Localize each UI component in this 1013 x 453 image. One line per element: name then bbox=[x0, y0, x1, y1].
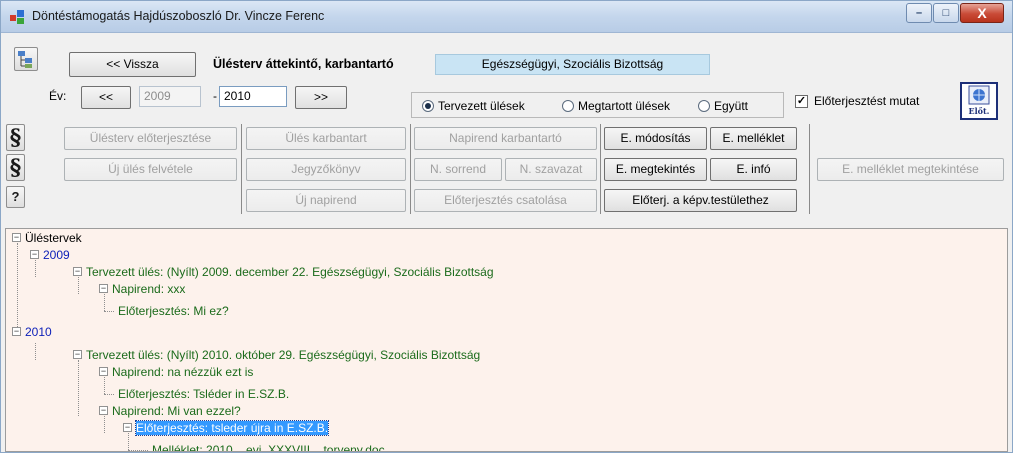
tree-root[interactable]: Üléstervek bbox=[25, 231, 82, 245]
agenda-vote-button[interactable]: N. szavazat bbox=[505, 158, 597, 181]
hierarchy-icon bbox=[18, 51, 32, 68]
minimize-button[interactable]: – bbox=[906, 3, 932, 23]
tree-node-meeting[interactable]: Tervezett ülés: (Nyílt) 2009. december 2… bbox=[86, 265, 494, 279]
tree-node-attachment[interactable]: Melléklet: 2010__evi_XXXVIII__torveny.do… bbox=[152, 443, 385, 451]
radio-indicator bbox=[562, 100, 574, 112]
radio-both[interactable]: Együtt bbox=[698, 99, 748, 113]
tree-node-proposal[interactable]: Előterjesztés: Tsléder in E.SZ.B. bbox=[118, 387, 289, 401]
attachment-view-button[interactable]: E. melléklet megtekintése bbox=[817, 158, 1004, 181]
radio-label: Megtartott ülések bbox=[578, 99, 671, 113]
expander-icon[interactable]: − bbox=[99, 406, 108, 415]
form-panel: << Vissza Ülésterv áttekintő, karbantart… bbox=[1, 34, 1012, 224]
tree-connector bbox=[104, 416, 105, 433]
expander-icon[interactable]: − bbox=[99, 284, 108, 293]
year-from-field[interactable]: 2009 bbox=[139, 86, 201, 107]
plan-proposal-button[interactable]: Ülésterv előterjesztése bbox=[64, 127, 237, 150]
paragraph-button-2[interactable]: § bbox=[6, 154, 25, 181]
proposal-to-board-button[interactable]: Előterj. a képv.testülethez bbox=[604, 189, 797, 212]
expander-icon[interactable]: − bbox=[30, 250, 39, 259]
expander-icon[interactable]: − bbox=[12, 233, 21, 242]
tree-node-agenda[interactable]: Napirend: Mi van ezzel? bbox=[112, 404, 241, 418]
paragraph-button-1[interactable]: § bbox=[6, 124, 25, 151]
meeting-plan-tree[interactable]: − Üléstervek − 2009 − Tervezett ülés: (N… bbox=[5, 228, 1008, 452]
back-button[interactable]: << Vissza bbox=[69, 52, 196, 77]
expander-icon[interactable]: − bbox=[99, 367, 108, 376]
tree-node-year[interactable]: 2009 bbox=[43, 248, 70, 262]
page-title: Ülésterv áttekintő, karbantartó bbox=[213, 57, 394, 71]
title-bar[interactable]: Döntéstámogatás Hajdúszoboszló Dr. Vincz… bbox=[1, 1, 1012, 33]
expander-icon[interactable]: − bbox=[73, 267, 82, 276]
tree-connector bbox=[78, 277, 79, 294]
committee-badge: Egészségügyi, Szociális Bizottság bbox=[435, 54, 710, 75]
tree-connector bbox=[128, 450, 148, 451]
proposal-modify-button[interactable]: E. módosítás bbox=[604, 127, 707, 150]
elot-icon-label: Előt. bbox=[969, 106, 990, 116]
agenda-order-button[interactable]: N. sorrend bbox=[414, 158, 502, 181]
tree-node-agenda[interactable]: Napirend: xxx bbox=[112, 282, 185, 296]
tree-node-year[interactable]: 2010 bbox=[25, 325, 52, 339]
expander-icon[interactable]: − bbox=[73, 350, 82, 359]
help-button[interactable]: ? bbox=[6, 186, 25, 208]
column-divider bbox=[241, 124, 242, 214]
meeting-maintain-button[interactable]: Ülés karbantart bbox=[246, 127, 406, 150]
year-next-button[interactable]: >> bbox=[295, 86, 347, 109]
window-title: Döntéstámogatás Hajdúszoboszló Dr. Vincz… bbox=[32, 9, 325, 23]
agenda-maintainer-button[interactable]: Napirend karbantartó bbox=[414, 127, 597, 150]
year-label: Év: bbox=[49, 89, 67, 103]
close-button[interactable]: X bbox=[960, 3, 1004, 23]
minutes-button[interactable]: Jegyzőkönyv bbox=[246, 158, 406, 181]
tree-connector bbox=[35, 343, 36, 360]
tree-node-meeting[interactable]: Tervezett ülés: (Nyílt) 2010. október 29… bbox=[86, 348, 480, 362]
tree-view-toggle-button[interactable] bbox=[14, 47, 38, 71]
tree-connector bbox=[78, 360, 79, 416]
maximize-button[interactable]: □ bbox=[933, 3, 959, 23]
checkbox-indicator: ✓ bbox=[795, 94, 808, 108]
tree-connector bbox=[35, 260, 36, 277]
tree-connector bbox=[128, 433, 129, 450]
radio-indicator bbox=[698, 100, 710, 112]
tree-connector bbox=[104, 311, 114, 312]
tree-node-proposal[interactable]: Előterjesztés: Mi ez? bbox=[118, 304, 229, 318]
new-agenda-button[interactable]: Új napirend bbox=[246, 189, 406, 212]
app-icon bbox=[10, 10, 24, 24]
tree-connector bbox=[17, 243, 18, 335]
proposal-view-button[interactable]: E. megtekintés bbox=[604, 158, 707, 181]
attach-proposal-button[interactable]: Előterjesztés csatolása bbox=[414, 189, 597, 212]
new-meeting-button[interactable]: Új ülés felvétele bbox=[64, 158, 237, 181]
column-divider bbox=[809, 124, 810, 214]
document-globe-icon: Előt. bbox=[968, 85, 990, 116]
tree-node-proposal-selected[interactable]: Előterjesztés: tsleder újra in E.SZ.B. bbox=[134, 420, 330, 436]
tree-connector bbox=[104, 294, 105, 311]
radio-label: Együtt bbox=[714, 99, 749, 113]
expander-icon[interactable]: − bbox=[123, 423, 132, 432]
radio-label: Tervezett ülések bbox=[438, 99, 525, 113]
tree-node-agenda[interactable]: Napirend: na nézzük ezt is bbox=[112, 365, 253, 379]
radio-planned[interactable]: Tervezett ülések bbox=[422, 99, 525, 113]
column-divider bbox=[410, 124, 411, 214]
app-window: Döntéstámogatás Hajdúszoboszló Dr. Vincz… bbox=[0, 0, 1013, 453]
proposal-info-button[interactable]: E. infó bbox=[710, 158, 797, 181]
column-divider bbox=[600, 124, 601, 214]
tree-connector bbox=[104, 377, 105, 394]
meeting-type-group: Tervezett ülések Megtartott ülések Együt… bbox=[411, 92, 784, 118]
show-proposals-checkbox[interactable]: ✓ Előterjesztést mutat bbox=[795, 94, 919, 108]
elot-icon-button[interactable]: Előt. bbox=[960, 82, 998, 120]
year-prev-button[interactable]: << bbox=[81, 86, 131, 109]
proposal-attachment-button[interactable]: E. melléklet bbox=[710, 127, 797, 150]
checkbox-label: Előterjesztést mutat bbox=[814, 94, 920, 108]
year-to-field[interactable]: 2010 bbox=[219, 86, 287, 107]
expander-icon[interactable]: − bbox=[12, 327, 21, 336]
radio-indicator bbox=[422, 100, 434, 112]
radio-held[interactable]: Megtartott ülések bbox=[562, 99, 670, 113]
tree-connector bbox=[104, 394, 114, 395]
year-separator: - bbox=[213, 89, 217, 103]
